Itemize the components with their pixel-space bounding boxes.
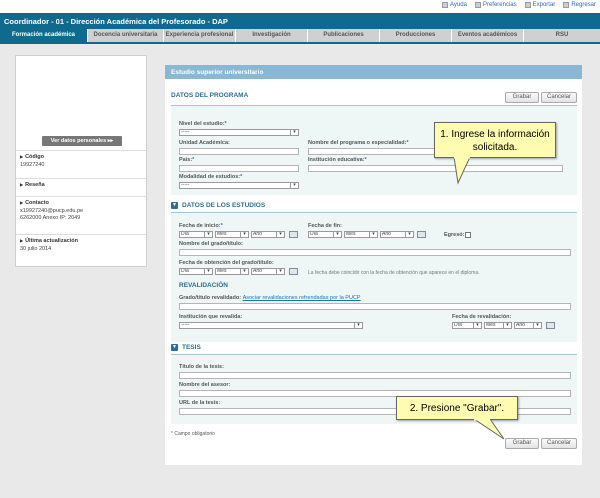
titulo-tesis-input[interactable] — [179, 372, 571, 379]
actualizacion-value: 30 julio 2014 — [20, 246, 52, 252]
tab-experiencia-profesional[interactable]: Experiencia profesional — [164, 29, 236, 42]
preferences-icon — [474, 2, 481, 8]
page-title: Coordinador - 01 - Dirección Académica d… — [0, 13, 600, 29]
tab-formacion-academica[interactable]: Formación académica — [0, 29, 88, 42]
url-tesis-label: URL de la tesis: — [179, 400, 221, 406]
grado-revalidado-label: Grado/título revalidado: Asociar revalid… — [179, 295, 361, 301]
datos-estudios-title: DATOS DE LOS ESTUDIOS — [182, 202, 266, 209]
contacto-phone: 6262000 Anexo IP: 2049 — [20, 215, 81, 221]
fin-anio-select[interactable]: Año — [380, 231, 414, 238]
asesor-label: Nombre del asesor: — [179, 382, 231, 388]
tesis-title: TESIS — [182, 344, 201, 351]
ver-datos-personales-button[interactable]: Ver datos personales ▸▸ — [42, 136, 122, 146]
tab-docencia-universitaria[interactable]: Docencia universitaria — [88, 29, 164, 42]
grado-label: Nombre del grado/título: — [179, 241, 243, 247]
cancelar-button-top[interactable]: Cancelar — [541, 92, 577, 103]
tab-rsu[interactable]: RSU — [524, 29, 600, 42]
help-icon — [442, 2, 449, 8]
inicio-dia-select[interactable]: Día — [179, 231, 213, 238]
nivel-select[interactable]: ----- — [179, 129, 299, 136]
back-link[interactable]: Regresar — [563, 2, 596, 8]
fecha-obtencion-label: Fecha de obtención del grado/título: — [179, 260, 274, 266]
obtencion-mes-select[interactable]: Mes — [215, 268, 249, 275]
fin-calendar-icon[interactable] — [417, 231, 426, 238]
pais-input[interactable] — [179, 165, 299, 172]
main-tabs: Formación académica Docencia universitar… — [0, 29, 600, 44]
datos-estudios-panel: Fecha de inicio:* Día Mes Año Fecha de f… — [171, 212, 577, 342]
contacto-section: Contacto x19927240@pucp.edu.pe 6262000 A… — [16, 196, 146, 234]
institucion-input[interactable] — [308, 165, 563, 172]
inicio-mes-select[interactable]: Mes — [215, 231, 249, 238]
institucion-label: Institución educativa:* — [308, 157, 367, 163]
revalidacion-title: REVALIDACIÓN — [179, 282, 228, 289]
top-utility-bar: Ayuda Preferencias Exportar Regresar — [0, 0, 600, 13]
inicio-calendar-icon[interactable] — [289, 231, 298, 238]
pais-label: País:* — [179, 157, 195, 163]
fin-mes-select[interactable]: Mes — [344, 231, 378, 238]
asociar-revalidaciones-link[interactable]: Asociar revalidaciones refrendadas por l… — [243, 295, 361, 301]
revalidacion-anio-select[interactable]: Año — [514, 322, 542, 329]
revalidacion-calendar-icon[interactable] — [546, 322, 555, 329]
modalidad-label: Modalidad de estudios:* — [179, 174, 243, 180]
grado-input[interactable] — [179, 249, 571, 256]
export-icon — [524, 2, 531, 8]
institucion-revalida-label: Institución que revalida: — [179, 314, 243, 320]
tab-investigacion[interactable]: Investigación — [236, 29, 308, 42]
institucion-revalida-select[interactable]: ----- — [179, 322, 363, 329]
egreso-label: Egresó: — [444, 232, 465, 238]
preferences-link[interactable]: Preferencias — [474, 2, 517, 8]
obtencion-anio-select[interactable]: Año — [251, 268, 285, 275]
nivel-label: Nivel del estudio:* — [179, 121, 227, 127]
inicio-anio-select[interactable]: Año — [251, 231, 285, 238]
resena-section: Reseña — [16, 178, 146, 196]
programa-input[interactable] — [308, 148, 437, 155]
egreso-checkbox[interactable] — [465, 232, 471, 238]
profile-sidebar: Ver datos personales ▸▸ Código 19927240 … — [15, 55, 147, 267]
grabar-button-top[interactable]: Grabar — [505, 92, 539, 103]
titulo-tesis-label: Título de la tesis: — [179, 364, 224, 370]
collapse-tesis-icon[interactable]: ▼ — [171, 344, 178, 351]
actualizacion-section: Última actualización 30 julio 2014 — [16, 234, 146, 266]
collapse-estudios-icon[interactable]: ▼ — [171, 202, 178, 209]
help-link[interactable]: Ayuda — [442, 2, 467, 8]
tab-producciones[interactable]: Producciones — [380, 29, 452, 42]
codigo-section: Código 19927240 — [16, 150, 146, 178]
campo-obligatorio-note: * Campo obligatorio — [171, 431, 215, 437]
grabar-button-bottom[interactable]: Grabar — [505, 438, 539, 449]
tab-eventos-academicos[interactable]: Eventos académicos — [452, 29, 524, 42]
obtencion-calendar-icon[interactable] — [289, 268, 298, 275]
form-heading: Estudio superior universitario — [165, 65, 582, 79]
revalidacion-mes-select[interactable]: Mes — [484, 322, 512, 329]
top-links: Ayuda Preferencias Exportar Regresar — [442, 2, 596, 8]
codigo-label[interactable]: Código — [20, 154, 142, 160]
resena-label[interactable]: Reseña — [20, 182, 142, 188]
programa-label: Nombre del programa o especialidad:* — [308, 140, 409, 146]
callout-step-1: 1. Ingrese la información solicitada. — [434, 122, 556, 158]
tab-publicaciones[interactable]: Publicaciones — [308, 29, 380, 42]
modalidad-select[interactable]: ----- — [179, 182, 299, 189]
revalidacion-dia-select[interactable]: Día — [452, 322, 482, 329]
grado-revalidado-input[interactable] — [179, 303, 571, 310]
callout-step-2: 2. Presione "Grabar". — [396, 396, 518, 420]
obtencion-dia-select[interactable]: Día — [179, 268, 213, 275]
fecha-inicio-label: Fecha de inicio:* — [179, 223, 223, 229]
export-link[interactable]: Exportar — [524, 2, 555, 8]
fecha-note: La fecha debe coincidir con la fecha de … — [308, 270, 480, 276]
fin-dia-select[interactable]: Día — [308, 231, 342, 238]
codigo-value: 19927240 — [20, 162, 45, 168]
unidad-input[interactable] — [179, 148, 299, 155]
datos-programa-title: DATOS DEL PROGRAMA — [171, 92, 249, 99]
callout-step-1-pointer — [453, 157, 471, 185]
contacto-label[interactable]: Contacto — [20, 200, 142, 206]
callout-step-2-pointer — [473, 419, 505, 440]
fecha-fin-label: Fecha de fin: — [308, 223, 342, 229]
avatar — [52, 63, 111, 130]
cancelar-button-bottom[interactable]: Cancelar — [541, 438, 577, 449]
fecha-revalidacion-label: Fecha de revalidación: — [452, 314, 512, 320]
unidad-label: Unidad Académica: — [179, 140, 230, 146]
back-icon — [563, 2, 570, 8]
contacto-email: x19927240@pucp.edu.pe — [20, 208, 84, 214]
actualizacion-label[interactable]: Última actualización — [20, 238, 142, 244]
